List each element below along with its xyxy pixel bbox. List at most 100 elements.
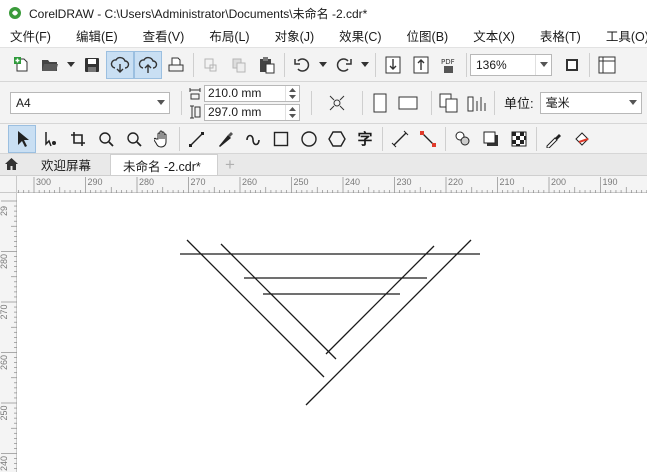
all-pages-layout-icon[interactable] xyxy=(435,89,463,117)
ruler-label: 200 xyxy=(551,177,566,187)
canvas-drawing xyxy=(180,239,480,406)
page-height-value: 297.0 mm xyxy=(208,105,262,119)
new-document-icon[interactable] xyxy=(8,51,36,79)
undo-icon[interactable] xyxy=(288,51,316,79)
menu-tools[interactable]: 工具(O) xyxy=(596,26,647,48)
drawn-line[interactable] xyxy=(220,243,337,360)
current-page-layout-icon[interactable] xyxy=(463,89,491,117)
portrait-icon[interactable] xyxy=(366,89,394,117)
blend-tool-icon[interactable] xyxy=(449,125,477,153)
pen-curve-icon[interactable] xyxy=(239,125,267,153)
width-spinner-icon[interactable] xyxy=(285,85,299,101)
vertical-ruler-ticks: 29 280 270 260 250 240 xyxy=(0,200,17,471)
page-width-field[interactable]: 210.0 mm xyxy=(204,84,300,102)
ruler-label: 220 xyxy=(448,177,463,187)
eyedropper-icon[interactable] xyxy=(540,125,568,153)
redo-dropdown-icon[interactable] xyxy=(358,51,372,79)
separator xyxy=(466,52,467,77)
separator xyxy=(589,52,590,77)
ruler-label: 270 xyxy=(191,177,206,187)
width-icon xyxy=(189,86,201,100)
tab-welcome-screen[interactable]: 欢迎屏幕 xyxy=(22,154,110,175)
ruler-origin-corner[interactable] xyxy=(0,176,17,193)
drop-shadow-icon[interactable] xyxy=(477,125,505,153)
drawing-canvas[interactable] xyxy=(17,193,647,472)
open-dropdown-icon[interactable] xyxy=(64,51,78,79)
separator xyxy=(431,90,432,115)
separator xyxy=(375,52,376,77)
ruler-label: 29 xyxy=(0,206,9,216)
chevron-down-icon[interactable] xyxy=(625,93,641,113)
ellipse-tool-icon[interactable] xyxy=(295,125,323,153)
drawn-line[interactable] xyxy=(325,245,435,355)
rectangle-tool-icon[interactable] xyxy=(267,125,295,153)
units-combo[interactable]: 毫米 xyxy=(539,91,642,114)
text-tool-icon[interactable]: 字 xyxy=(351,125,379,153)
drawn-line[interactable] xyxy=(186,239,325,378)
crop-tool-icon[interactable] xyxy=(64,125,92,153)
page-height-field[interactable]: 297.0 mm xyxy=(204,103,300,121)
print-icon[interactable] xyxy=(162,51,190,79)
copy-disabled-icon[interactable] xyxy=(225,51,253,79)
menu-table[interactable]: 表格(T) xyxy=(530,26,589,48)
ruler-label: 290 xyxy=(88,177,103,187)
horizontal-ruler[interactable]: 300 290 280 270 260 250 240 230 220 210 200 190 xyxy=(17,176,647,193)
pan-hand-icon[interactable] xyxy=(148,125,176,153)
menu-text[interactable]: 文本(X) xyxy=(463,26,523,48)
drawn-line[interactable] xyxy=(305,239,472,406)
zoom-tool-icon[interactable] xyxy=(92,125,120,153)
publish-pdf-icon[interactable]: PDF xyxy=(435,51,463,79)
menu-edit[interactable]: 编辑(E) xyxy=(66,26,126,48)
height-spinner-icon[interactable] xyxy=(285,104,299,120)
shape-tool-icon[interactable] xyxy=(36,125,64,153)
export-icon[interactable] xyxy=(407,51,435,79)
cloud-download-icon[interactable] xyxy=(106,50,134,79)
separator xyxy=(445,126,446,151)
menu-view[interactable]: 查看(V) xyxy=(133,26,193,48)
ruler-label: 300 xyxy=(36,177,51,187)
add-tab-button[interactable]: + xyxy=(220,155,240,175)
save-icon[interactable] xyxy=(78,51,106,79)
artistic-media-icon[interactable] xyxy=(211,125,239,153)
paste-icon[interactable] xyxy=(253,51,281,79)
freehand-tool-icon[interactable] xyxy=(183,125,211,153)
import-icon[interactable] xyxy=(379,51,407,79)
landscape-icon[interactable] xyxy=(394,89,422,117)
menu-object[interactable]: 对象(J) xyxy=(265,26,323,48)
cloud-upload-icon[interactable] xyxy=(134,50,162,79)
coreldraw-window: CorelDRAW - C:\Users\Administrator\Docum… xyxy=(0,0,647,472)
interactive-fill-icon[interactable] xyxy=(568,125,596,153)
vertical-ruler[interactable]: 29 280 270 260 250 240 xyxy=(0,193,17,472)
all-pages-icon[interactable] xyxy=(323,89,351,117)
magnifier-icon[interactable] xyxy=(120,125,148,153)
pick-tool-icon[interactable] xyxy=(8,124,36,153)
page-height-row: 297.0 mm xyxy=(189,103,300,121)
open-folder-icon[interactable] xyxy=(36,51,64,79)
dimension-tool-icon[interactable] xyxy=(386,125,414,153)
undo-dropdown-icon[interactable] xyxy=(316,51,330,79)
menu-file[interactable]: 文件(F) xyxy=(0,26,59,48)
chevron-down-icon[interactable] xyxy=(535,54,551,75)
connector-tool-icon[interactable] xyxy=(414,125,442,153)
rulers-icon[interactable] xyxy=(593,51,621,79)
height-icon xyxy=(189,105,201,119)
zoom-level-combo[interactable]: 136% xyxy=(470,53,552,76)
title-bar: CorelDRAW - C:\Users\Administrator\Docum… xyxy=(0,0,647,26)
page-width-row: 210.0 mm xyxy=(189,84,300,102)
ruler-label: 260 xyxy=(242,177,257,187)
chevron-down-icon[interactable] xyxy=(153,93,169,113)
cut-disabled-icon[interactable] xyxy=(197,51,225,79)
ruler-label: 280 xyxy=(0,254,9,269)
menu-effects[interactable]: 效果(C) xyxy=(329,26,389,48)
coreldraw-logo-icon xyxy=(7,5,23,21)
separator xyxy=(193,52,194,77)
full-screen-preview-icon[interactable] xyxy=(558,51,586,79)
page-size-combo[interactable]: A4 xyxy=(10,91,170,114)
tab-document[interactable]: 未命名 -2.cdr* xyxy=(110,154,218,175)
redo-icon[interactable] xyxy=(330,51,358,79)
home-icon[interactable] xyxy=(0,153,22,175)
menu-bitmaps[interactable]: 位图(B) xyxy=(397,26,457,48)
menu-layout[interactable]: 布局(L) xyxy=(199,26,257,48)
polygon-tool-icon[interactable] xyxy=(323,125,351,153)
transparency-icon[interactable] xyxy=(505,125,533,153)
